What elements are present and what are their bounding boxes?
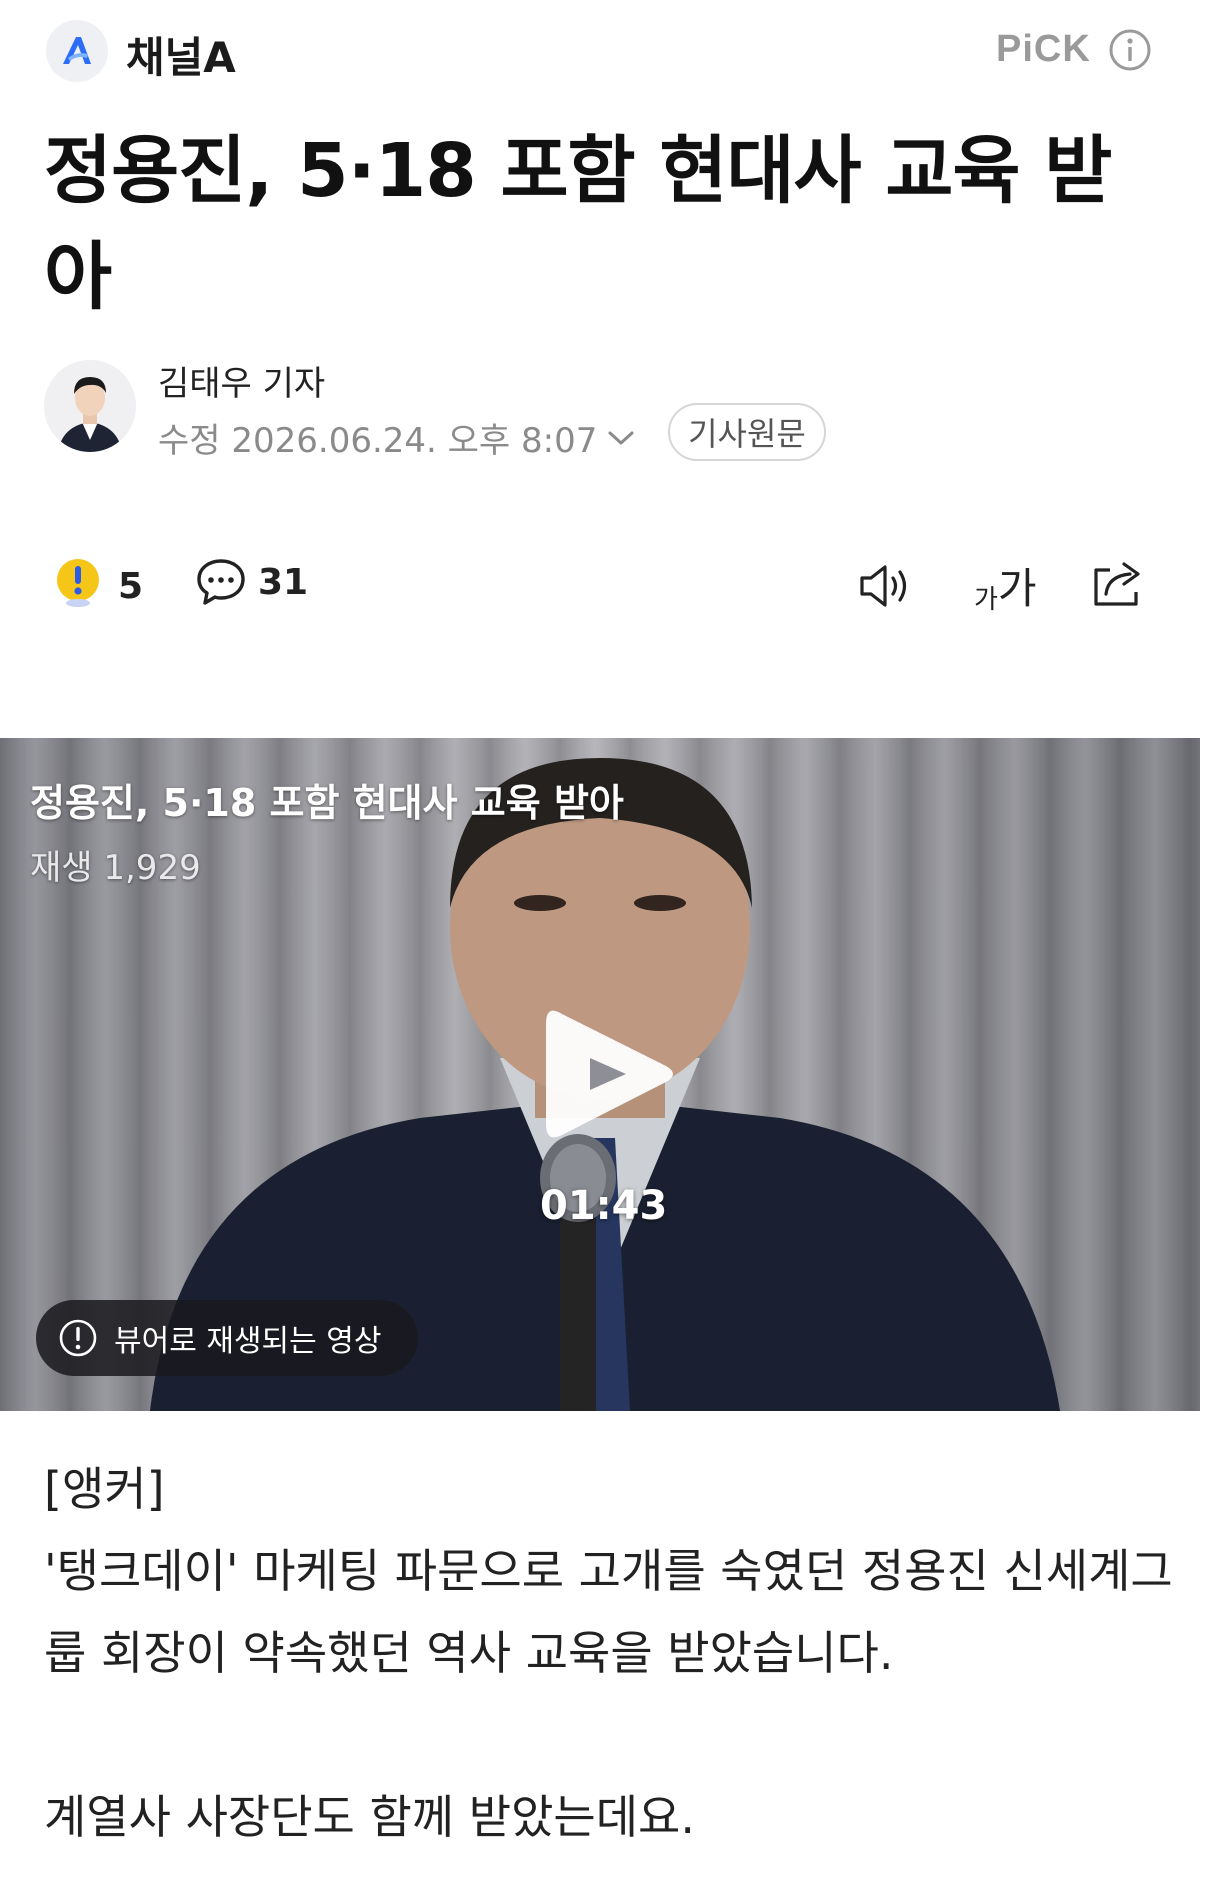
video-duration: 01:43 [540, 1183, 668, 1229]
pick-badge: PiCK [996, 28, 1091, 70]
speaker-icon[interactable] [858, 562, 916, 610]
body-paragraph: '탱크데이' 마케팅 파문으로 고개를 숙였던 정용진 신세계그룹 회장이 약속… [44, 1544, 1173, 1680]
body-paragraph: 계열사 사장단도 함께 받았는데요. [44, 1790, 695, 1844]
body-paragraph: [앵커] [44, 1462, 165, 1516]
info-icon[interactable] [1108, 28, 1152, 72]
top-header: 채널A PiCK [0, 0, 1206, 100]
author-avatar[interactable] [44, 360, 136, 452]
dateline-text: 수정 2026.06.24. 오후 8:07 [158, 421, 598, 461]
channel-name[interactable]: 채널A [126, 24, 236, 85]
share-icon[interactable] [1090, 558, 1146, 608]
channel-logo[interactable] [46, 20, 108, 82]
reaction-icon[interactable] [56, 554, 100, 610]
font-size-icon[interactable]: 가 가 [974, 560, 1037, 616]
original-article-button[interactable]: 기사원문 [668, 403, 826, 461]
body-paragraph [44, 1694, 1174, 1776]
play-icon[interactable] [542, 1000, 680, 1148]
reaction-count[interactable]: 5 [118, 566, 143, 607]
chevron-down-icon [608, 431, 634, 444]
author-name[interactable]: 김태우 기자 [158, 356, 325, 405]
alert-circle-icon [59, 1319, 97, 1357]
channel-a-logo-icon [63, 37, 91, 64]
action-bar: 5 31 가 가 [0, 552, 1206, 622]
article-dateline[interactable]: 수정 2026.06.24. 오후 8:07 [158, 413, 635, 462]
comment-count[interactable]: 31 [258, 562, 308, 603]
viewer-playback-notice[interactable]: 뷰어로 재생되는 영상 [36, 1300, 418, 1376]
video-title: 정용진, 5·18 포함 현대사 교육 받아 [30, 781, 624, 825]
font-size-small-label: 가 [974, 585, 998, 615]
video-play-count: 재생 1,929 [30, 848, 201, 888]
article-headline: 정용진, 5·18 포함 현대사 교육 받아 [44, 128, 1112, 320]
article-body: [앵커] '탱크데이' 마케팅 파문으로 고개를 숙였던 정용진 신세계그룹 회… [44, 1448, 1174, 1858]
reporter-photo-icon [44, 360, 136, 452]
font-size-large-label: 가 [997, 564, 1037, 613]
comment-icon[interactable] [196, 558, 246, 606]
notice-text: 뷰어로 재생되는 영상 [114, 1324, 382, 1359]
